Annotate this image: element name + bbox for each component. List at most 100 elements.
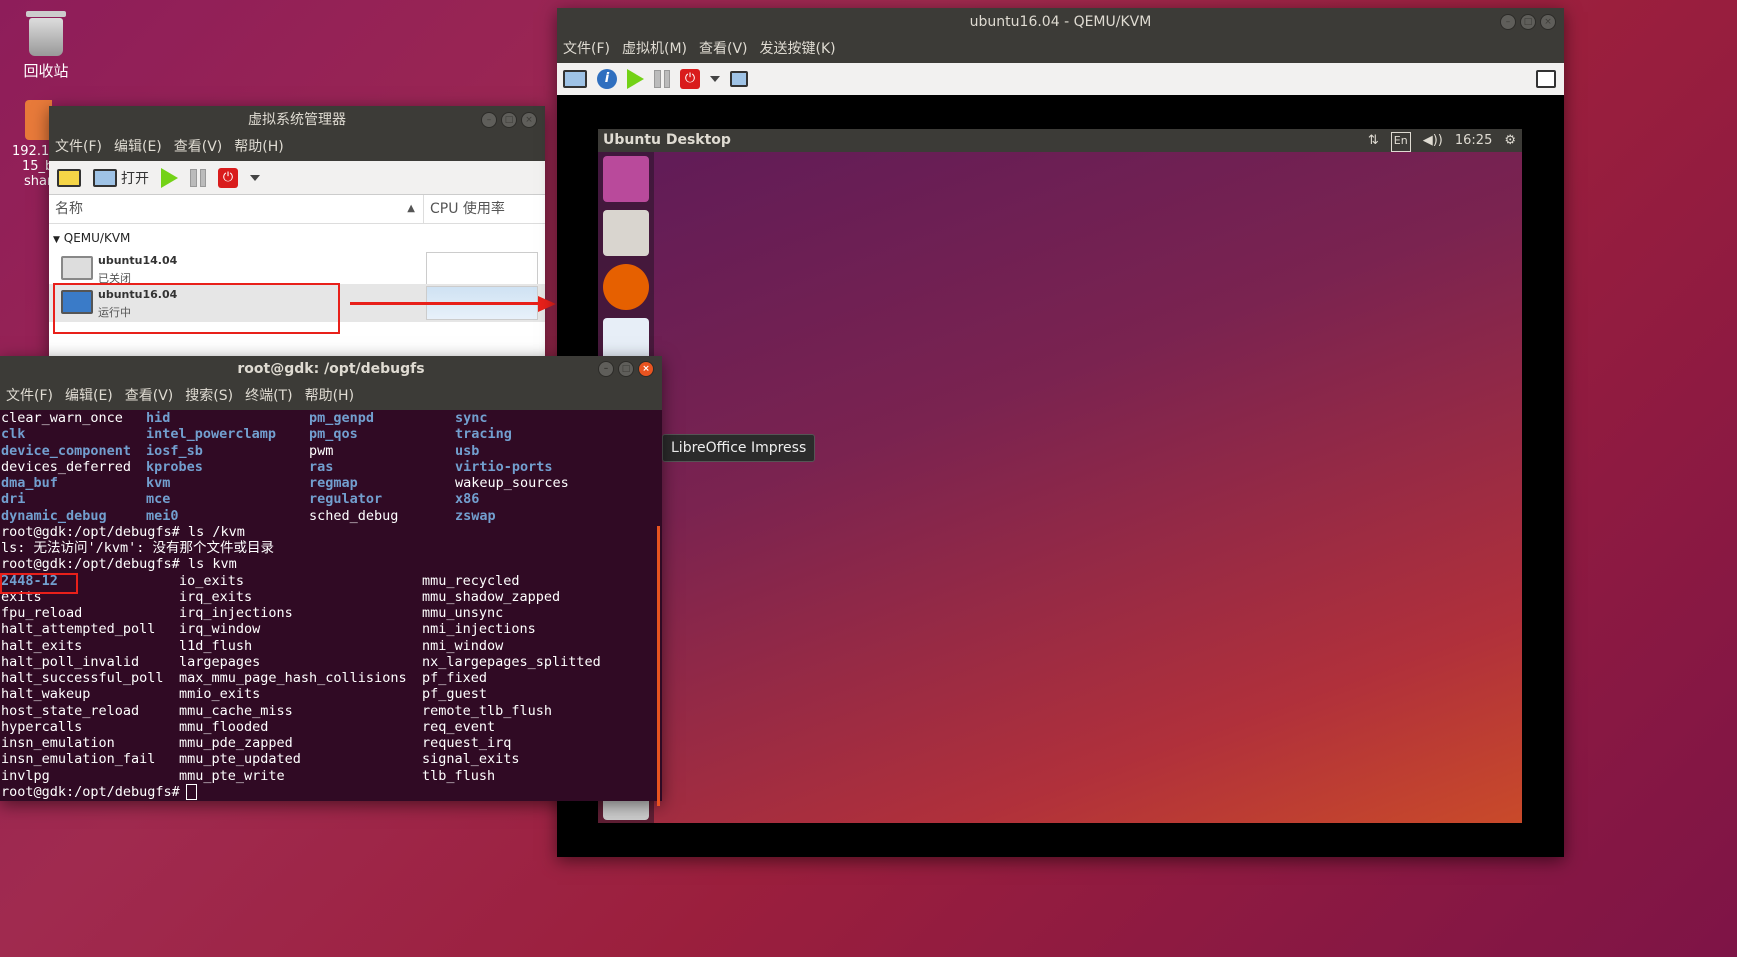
vm-off-icon: [61, 256, 93, 280]
file-entry: mmu_pte_updated: [179, 751, 301, 768]
keyboard-lang-indicator[interactable]: En: [1390, 132, 1411, 152]
virt-manager-toolbar: 打开 ⏻: [49, 161, 545, 195]
shutdown-icon[interactable]: ⏻: [218, 167, 238, 188]
group-qemu-kvm[interactable]: ▼ QEMU/KVM: [49, 224, 545, 251]
virt-manager-titlebar[interactable]: 虚拟系统管理器 – □ ×: [49, 106, 545, 134]
list-row: clk intel_powerclamp pm_qos tracing: [1, 426, 662, 442]
new-vm-button[interactable]: [57, 168, 81, 187]
info-icon[interactable]: i: [597, 69, 617, 89]
list-row: device_component iosf_sb pwm usb: [1, 443, 662, 459]
menu-send-key[interactable]: 发送按键(K): [754, 36, 842, 63]
shared-folder-desktop-icon[interactable]: 192.16 15_b shar: [0, 100, 52, 189]
prompt: root@gdk:/opt/debugfs#: [1, 783, 180, 800]
command-line: root@gdk:/opt/debugfs# ls kvm: [1, 556, 237, 573]
run-icon[interactable]: [161, 167, 178, 188]
dir-entry: clk: [1, 426, 26, 443]
file-entry: halt_poll_invalid: [1, 653, 140, 670]
trash-icon: [26, 11, 66, 56]
list-row: devices_deferred kprobes ras virtio-ports: [1, 459, 662, 475]
list-row: invlpg mmu_pte_write tlb_flush: [1, 768, 662, 784]
menu-file[interactable]: 文件(F): [49, 134, 108, 161]
pause-icon[interactable]: [190, 168, 206, 187]
col-cpu-label: CPU 使用率: [430, 201, 505, 217]
menu-help[interactable]: 帮助(H): [299, 382, 360, 410]
list-row: dynamic_debug mei0 sched_debug zswap: [1, 508, 662, 524]
list-row: 2448-12 io_exits mmu_recycled: [1, 573, 662, 589]
ubuntu-dash-icon[interactable]: [603, 156, 649, 202]
files-icon[interactable]: [603, 210, 649, 256]
snapshot-icon[interactable]: [730, 71, 748, 87]
menu-edit[interactable]: 编辑(E): [59, 382, 119, 410]
fullscreen-icon[interactable]: [1536, 70, 1556, 88]
menu-edit[interactable]: 编辑(E): [108, 134, 168, 161]
dir-entry: device_component: [1, 442, 132, 459]
close-button[interactable]: ×: [638, 361, 654, 377]
menu-view[interactable]: 查看(V): [119, 382, 180, 410]
col-name-header[interactable]: 名称 ▲: [49, 195, 424, 223]
terminal-title: root@gdk: /opt/debugfs: [237, 361, 425, 377]
menu-view[interactable]: 查看(V): [168, 134, 229, 161]
open-button[interactable]: 打开: [93, 168, 149, 188]
chevron-down-icon[interactable]: [710, 76, 720, 82]
network-icon[interactable]: ⇅: [1368, 129, 1379, 152]
qemu-titlebar[interactable]: ubuntu16.04 - QEMU/KVM – □ ×: [557, 8, 1564, 36]
menu-vm[interactable]: 虚拟机(M): [616, 36, 693, 63]
list-row: halt_wakeup mmio_exits pf_guest: [1, 686, 662, 702]
maximize-button[interactable]: □: [1520, 14, 1536, 30]
arrow-head-icon: [538, 296, 556, 312]
pause-icon[interactable]: [654, 70, 670, 88]
dir-entry: mei0: [146, 507, 179, 524]
file-entry: nmi_injections: [422, 621, 536, 638]
close-button[interactable]: ×: [521, 112, 537, 128]
menu-file[interactable]: 文件(F): [0, 382, 59, 410]
col-cpu-header[interactable]: CPU 使用率: [424, 195, 505, 223]
minimize-button[interactable]: –: [481, 112, 497, 128]
gear-icon[interactable]: ⚙: [1504, 129, 1516, 152]
menu-terminal[interactable]: 终端(T): [239, 382, 298, 410]
maximize-button[interactable]: □: [618, 361, 634, 377]
dir-entry: dma_buf: [1, 475, 58, 491]
col-name-label: 名称: [55, 201, 83, 217]
file-entry: mmu_recycled: [422, 572, 520, 589]
minimize-button[interactable]: –: [1500, 14, 1516, 30]
list-row: hypercalls mmu_flooded req_event: [1, 719, 662, 735]
close-button[interactable]: ×: [1540, 14, 1556, 30]
arrow-line: [350, 302, 540, 305]
menu-help[interactable]: 帮助(H): [228, 134, 289, 161]
terminal-output[interactable]: clear_warn_once hid pm_genpd sync clk intel_p…: [0, 410, 662, 800]
open-label: 打开: [121, 170, 149, 187]
menu-view[interactable]: 查看(V): [693, 36, 754, 63]
file-entry: irq_window: [179, 621, 261, 638]
run-icon[interactable]: [627, 69, 644, 89]
dir-entry: tracing: [455, 426, 512, 443]
terminal-titlebar[interactable]: root@gdk: /opt/debugfs – □ ×: [0, 356, 662, 382]
file-entry: irq_exits: [179, 588, 253, 605]
maximize-button[interactable]: □: [501, 112, 517, 128]
file-entry: signal_exits: [422, 751, 520, 768]
file-entry: tlb_flush: [422, 767, 496, 784]
group-label: QEMU/KVM: [63, 231, 131, 245]
shutdown-icon[interactable]: ⏻: [680, 69, 700, 89]
vm-name: ubuntu14.04: [98, 254, 178, 267]
clock[interactable]: 16:25: [1455, 129, 1492, 152]
new-vm-icon: [57, 168, 81, 187]
chevron-down-icon[interactable]: [250, 174, 260, 181]
list-row: halt_exits l1d_flush nmi_window: [1, 638, 662, 654]
menu-search[interactable]: 搜索(S): [179, 382, 239, 410]
firefox-icon[interactable]: [603, 264, 649, 310]
volume-icon[interactable]: ◀)): [1423, 129, 1443, 152]
trash-desktop-icon[interactable]: 回收站: [6, 10, 86, 81]
file-entry: halt_wakeup: [1, 686, 91, 703]
menu-file[interactable]: 文件(F): [557, 36, 616, 63]
file-entry: io_exits: [179, 572, 245, 589]
file-entry: mmu_pte_write: [179, 767, 285, 784]
scrollbar[interactable]: [657, 526, 660, 806]
file-entry: mmu_pde_zapped: [179, 735, 293, 751]
file-entry: halt_successful_poll: [1, 670, 164, 686]
dir-entry: pm_qos: [309, 426, 358, 443]
minimize-button[interactable]: –: [598, 361, 614, 377]
dir-entry: kvm: [146, 475, 171, 491]
guest-desktop[interactable]: Ubuntu Desktop ⇅ En ◀)) 16:25 ⚙: [598, 129, 1522, 823]
file-entry: host_state_reload: [1, 702, 140, 719]
console-icon[interactable]: [563, 70, 587, 88]
